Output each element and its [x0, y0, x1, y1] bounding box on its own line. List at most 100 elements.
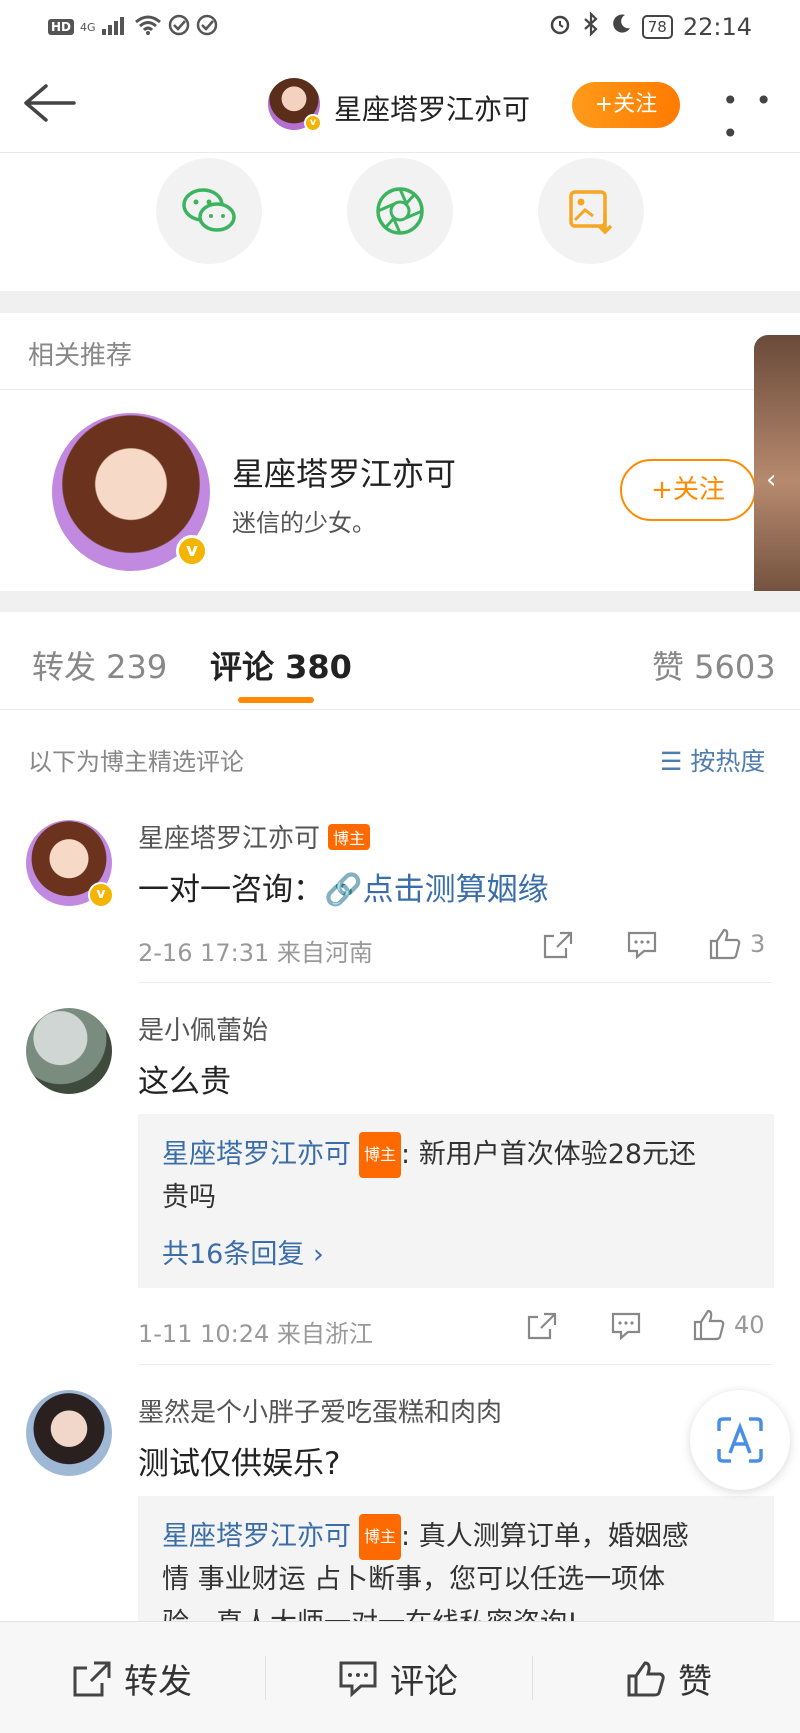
share-icon — [543, 931, 573, 959]
comment-icon — [611, 1312, 641, 1341]
recommend-follow-button[interactable]: +关注 — [620, 459, 756, 521]
recommend-avatar[interactable]: v — [52, 413, 210, 571]
wechat-icon — [182, 188, 236, 232]
verified-badge-icon: v — [304, 114, 322, 132]
reply-box[interactable]: 星座塔罗江亦可 博主: 真人测算订单，婚姻感 情 事业财运 占卜断事，您可以任选一… — [138, 1496, 774, 1621]
hd-indicator: HD — [48, 19, 75, 35]
comment-share-button[interactable] — [542, 930, 574, 960]
comment-meta: 2-16 17:31 来自河南 — [138, 939, 373, 967]
share-wechat-button[interactable] — [156, 158, 262, 264]
recommend-name[interactable]: 星座塔罗江亦可 — [232, 449, 456, 495]
link-icon: 🔗 — [324, 872, 363, 908]
header-title[interactable]: 星座塔罗江亦可 — [334, 88, 530, 128]
sort-label: 按热度 — [690, 747, 766, 776]
comment-like-button[interactable]: 40 — [692, 1309, 765, 1341]
clock: 22:14 — [682, 13, 752, 41]
comment-link-text[interactable]: 点击测算姻缘 — [363, 872, 549, 908]
comment-reply-button[interactable] — [610, 1311, 642, 1341]
sort-button[interactable]: ☰ 按热度 — [660, 742, 765, 778]
blogger-badge: 博主 — [359, 1514, 402, 1560]
reply-text-line-3: 验，真人大师一对一在线私密咨询! — [162, 1602, 578, 1621]
text-scan-icon — [717, 1417, 763, 1463]
comment-author-name[interactable]: 是小佩蕾始 — [138, 1010, 268, 1047]
thumbs-up-icon — [693, 1309, 725, 1341]
reply-author-name[interactable]: 星座塔罗江亦可 — [162, 1521, 351, 1552]
status-right: 78 22:14 — [548, 11, 752, 42]
comment-text: 一对一咨询：🔗点击测算姻缘 — [138, 864, 549, 909]
moon-icon — [610, 13, 632, 41]
side-drawer-handle[interactable]: ‹ — [754, 335, 800, 629]
section-gap — [0, 291, 800, 313]
thumbs-up-icon — [627, 1660, 665, 1696]
share-moments-button[interactable] — [347, 158, 453, 264]
share-row — [0, 154, 800, 291]
back-button[interactable] — [20, 78, 80, 128]
share-icon — [527, 1312, 557, 1340]
tab-likes[interactable]: 赞 5603 — [652, 642, 776, 688]
reply-text: : 新用户首次体验28元还 — [401, 1139, 697, 1170]
chevron-left-icon: ‹ — [766, 465, 777, 495]
comment-avatar[interactable] — [26, 1390, 112, 1476]
recommend-description: 迷信的少女。 — [232, 509, 376, 537]
comment-like-button[interactable]: 3 — [708, 928, 765, 960]
repost-label: 转发 — [124, 1662, 192, 1702]
reply-text-line-2: 情 事业财运 占卜断事，您可以任选一项体 — [162, 1564, 666, 1595]
recommend-title: 相关推荐 — [28, 341, 133, 371]
active-tab-indicator — [238, 697, 314, 703]
like-label: 赞 — [678, 1662, 712, 1702]
follow-button[interactable]: +关注 — [572, 82, 680, 128]
comments-filter-label: 以下为博主精选评论 — [28, 748, 244, 776]
back-arrow-icon — [24, 84, 76, 122]
network-label: 4G — [80, 20, 96, 34]
wifi-icon — [134, 14, 162, 40]
comment-author-name[interactable]: 星座塔罗江亦可 — [138, 824, 320, 854]
comment-button[interactable]: 评论 — [338, 1654, 458, 1703]
comment-link[interactable]: 🔗点击测算姻缘 — [324, 872, 549, 908]
comment-label: 评论 — [390, 1662, 458, 1702]
alarm-icon — [548, 12, 572, 42]
comment-text: 这么贵 — [138, 1064, 231, 1100]
comment-avatar[interactable] — [26, 1008, 112, 1094]
bottom-action-bar: 转发 评论 赞 — [0, 1621, 800, 1733]
comment-author-name[interactable]: 墨然是个小胖子爱吃蛋糕和肉肉 — [138, 1392, 502, 1429]
blogger-badge: 博主 — [359, 1132, 402, 1178]
like-count: 40 — [734, 1311, 765, 1339]
comment-reply-button[interactable] — [626, 930, 658, 960]
view-replies-link[interactable]: 共16条回复 › — [162, 1232, 324, 1271]
reply-author-name[interactable]: 星座塔罗江亦可 — [162, 1139, 351, 1170]
save-image-button[interactable] — [538, 158, 644, 264]
comment-meta: 1-11 10:24 来自浙江 — [138, 1320, 373, 1348]
verified-badge-icon: v — [88, 882, 114, 908]
comment-avatar[interactable]: v — [26, 820, 114, 908]
sort-icon: ☰ — [660, 747, 691, 776]
signal-icon — [101, 15, 128, 39]
repost-button[interactable]: 转发 — [72, 1654, 192, 1703]
section-gap-2 — [0, 591, 800, 612]
status-bar: HD 4G 78 22:14 — [0, 0, 800, 56]
status-left: HD 4G — [48, 14, 218, 40]
bluetooth-icon — [582, 11, 600, 42]
comment-icon — [339, 1661, 377, 1697]
image-download-icon — [569, 190, 613, 235]
moments-aperture-icon — [376, 187, 424, 235]
tab-comments[interactable]: 评论 380 — [210, 642, 352, 688]
comment-text: 测试仅供娱乐? — [138, 1446, 341, 1482]
floating-translate-button[interactable] — [690, 1390, 790, 1490]
like-button[interactable]: 赞 — [626, 1654, 712, 1703]
reply-text: : 真人测算订单，婚姻感 — [401, 1521, 689, 1552]
battery-indicator: 78 — [641, 15, 673, 39]
header: v 星座塔罗江亦可 +关注 • • • — [0, 56, 800, 153]
tabs: 转发 239 评论 380 赞 5603 — [0, 612, 800, 710]
header-avatar[interactable]: v — [268, 78, 322, 132]
comment-author[interactable]: 星座塔罗江亦可 博主 — [138, 818, 371, 855]
tab-reposts[interactable]: 转发 239 — [32, 642, 167, 688]
recommend-section: 相关推荐 v 星座塔罗江亦可 迷信的少女。 +关注 — [0, 313, 800, 591]
reply-line: 星座塔罗江亦可 博主: 新用户首次体验28元还 — [162, 1132, 696, 1178]
reply-line: 星座塔罗江亦可 博主: 真人测算订单，婚姻感 — [162, 1514, 689, 1560]
reply-box[interactable]: 星座塔罗江亦可 博主: 新用户首次体验28元还 贵吗 共16条回复 › — [138, 1114, 774, 1288]
blogger-badge: 博主 — [328, 824, 371, 850]
separator — [532, 1656, 533, 1700]
comment-divider — [138, 1364, 772, 1365]
comment-share-button[interactable] — [526, 1311, 558, 1341]
more-button[interactable]: • • • — [722, 84, 800, 150]
